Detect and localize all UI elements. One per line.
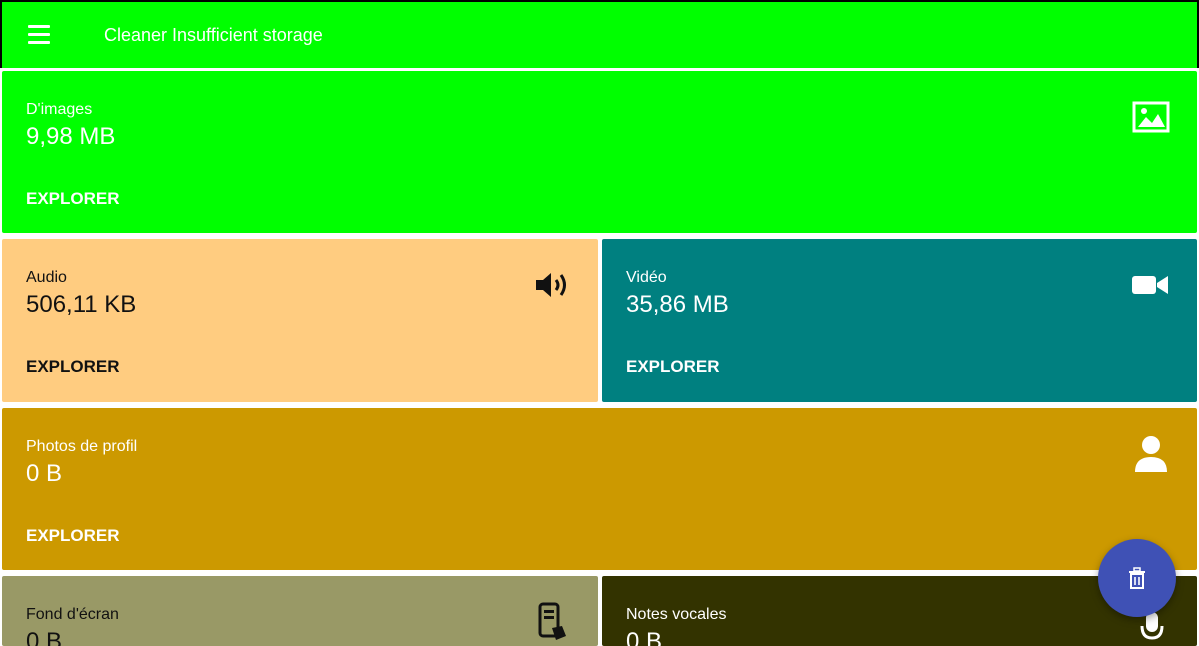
card-size: 9,98 MB	[26, 123, 116, 150]
card-size: 0 B	[26, 628, 63, 646]
person-icon	[1132, 434, 1172, 474]
card-size: 0 B	[626, 628, 663, 646]
explore-button[interactable]: EXPLORER	[26, 526, 120, 546]
hamburger-icon	[28, 25, 50, 28]
card-label: Audio	[26, 269, 67, 286]
video-camera-icon	[1130, 269, 1170, 309]
card-label: Fond d'écran	[26, 606, 119, 623]
image-icon	[1132, 101, 1172, 141]
explore-button[interactable]: EXPLORER	[26, 357, 120, 377]
card-wallpaper[interactable]: Fond d'écran 0 B	[2, 576, 598, 646]
card-label: Notes vocales	[626, 606, 727, 623]
card-size: 35,86 MB	[626, 291, 729, 318]
card-profile-photos[interactable]: Photos de profil 0 B EXPLORER	[2, 408, 1197, 570]
phone-hand-icon	[532, 602, 572, 642]
card-size: 506,11 KB	[26, 291, 137, 318]
trash-icon	[1129, 567, 1145, 589]
app-bar: Cleaner Insufficient storage	[0, 0, 1199, 68]
card-video[interactable]: Vidéo 35,86 MB EXPLORER	[602, 239, 1197, 402]
card-size: 0 B	[26, 460, 63, 487]
explore-button[interactable]: EXPLORER	[626, 357, 720, 377]
card-label: Photos de profil	[26, 438, 138, 455]
speaker-icon	[532, 269, 572, 309]
menu-button[interactable]	[24, 22, 60, 50]
card-images[interactable]: D'images 9,98 MB EXPLORER	[2, 71, 1197, 233]
hamburger-icon-line	[28, 33, 50, 36]
hamburger-icon-line	[28, 41, 50, 44]
explore-button[interactable]: EXPLORER	[26, 189, 120, 209]
card-audio[interactable]: Audio 506,11 KB EXPLORER	[2, 239, 598, 402]
delete-fab[interactable]	[1098, 539, 1176, 617]
app-title: Cleaner Insufficient storage	[104, 25, 323, 45]
card-label: Vidéo	[626, 269, 667, 286]
card-label: D'images	[26, 101, 93, 118]
